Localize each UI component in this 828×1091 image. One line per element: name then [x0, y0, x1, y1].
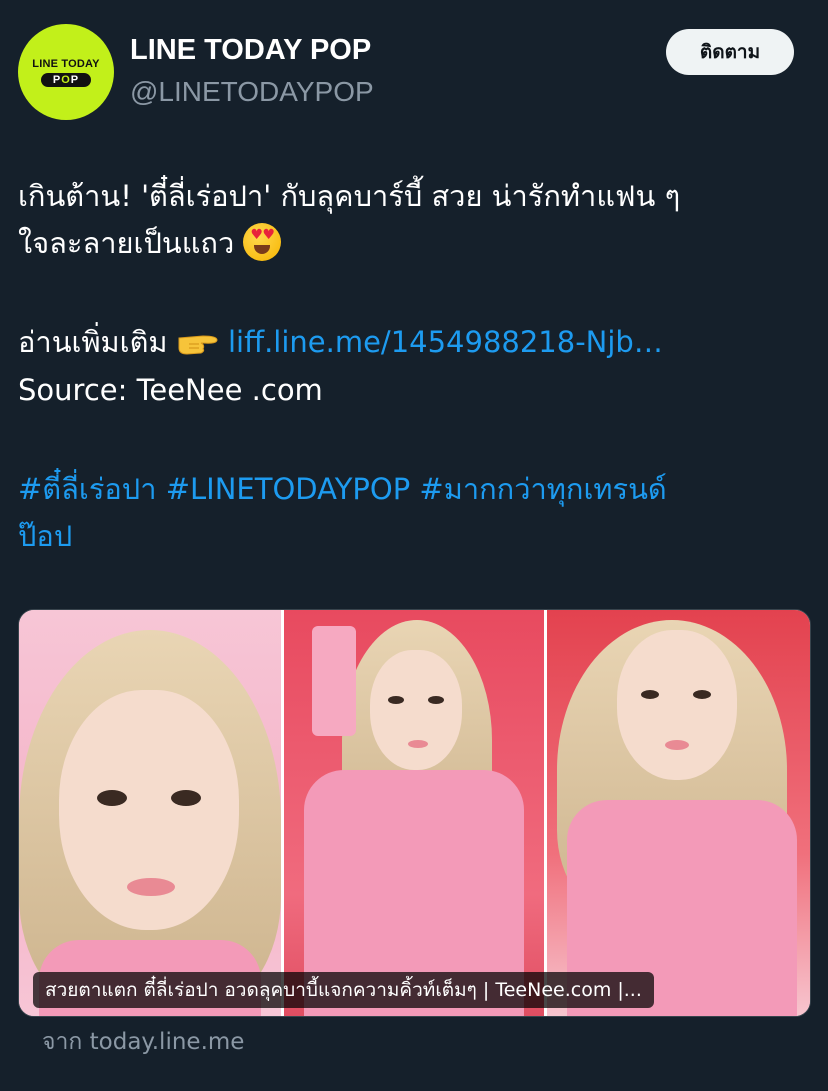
- hashtags-line-1[interactable]: #ตี๋ลี่เร่อปา #LINETODAYPOP #มากกว่าทุกเ…: [18, 466, 808, 512]
- preview-image-2: [284, 610, 544, 1016]
- logo-pop-badge: POP: [40, 72, 92, 87]
- avatar[interactable]: LINE TODAY POP: [18, 24, 114, 120]
- preview-image-1: [19, 610, 281, 1016]
- logo-text: LINE TODAY: [32, 57, 100, 70]
- pointing-right-emoji-icon: [178, 335, 218, 355]
- link-preview-card[interactable]: สวยตาแตก ตี๋ลี่เร่อปา อวดลุคบาบี้แจกความ…: [18, 609, 811, 1017]
- tweet-text-line-1: เกินต้าน! 'ตี๋ลี่เร่อปา' กับลุคบาร์บี้ ส…: [18, 179, 681, 213]
- hashtags-line-2[interactable]: ป๊อป: [18, 513, 808, 559]
- article-link[interactable]: liff.line.me/1454988218-Njb…: [228, 325, 663, 359]
- heart-eyes-emoji-icon: [243, 223, 282, 261]
- tweet-text-line-2: ใจละลายเป็นแถว: [18, 220, 808, 266]
- preview-image-3: [547, 610, 810, 1016]
- tweet-view: LINE TODAY POP LINE TODAY POP @LINETODAY…: [0, 0, 828, 1091]
- follow-button[interactable]: ติดตาม: [666, 29, 794, 75]
- source-line: Source: TeeNee .com: [18, 373, 323, 407]
- account-handle[interactable]: @LINETODAYPOP: [130, 76, 374, 108]
- card-source-domain[interactable]: จาก today.line.me: [42, 1024, 244, 1060]
- preview-caption: สวยตาแตก ตี๋ลี่เร่อปา อวดลุคบาบี้แจกความ…: [33, 972, 654, 1008]
- read-more-line: อ่านเพิ่มเติม liff.line.me/1454988218-Nj…: [18, 325, 663, 359]
- account-name[interactable]: LINE TODAY POP: [130, 34, 371, 67]
